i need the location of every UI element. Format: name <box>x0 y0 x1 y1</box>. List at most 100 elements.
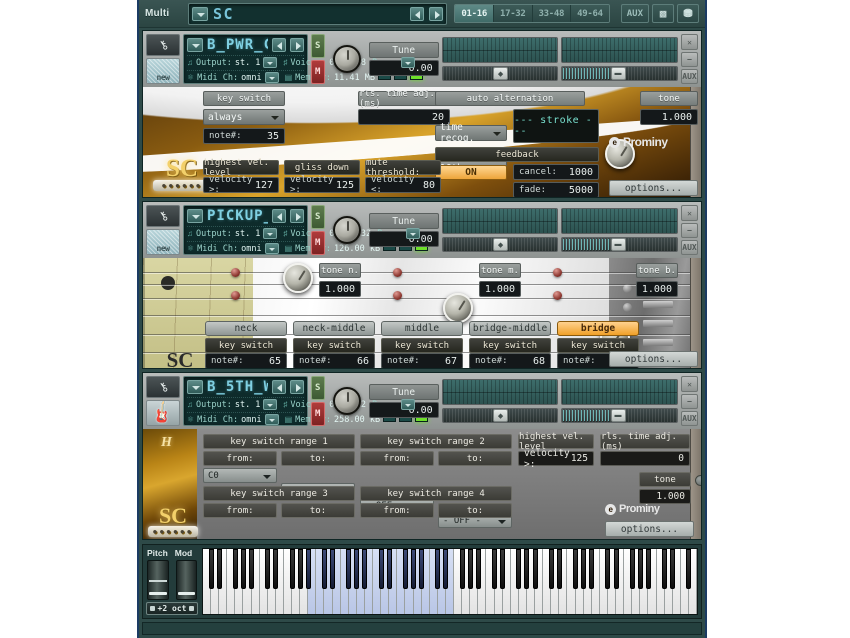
snapshot-icon[interactable]: ▩ <box>652 4 674 23</box>
black-key[interactable] <box>614 549 619 589</box>
black-key[interactable] <box>403 549 408 589</box>
black-key[interactable] <box>362 549 367 589</box>
close-icon[interactable]: ✕ <box>681 205 698 220</box>
black-key[interactable] <box>354 549 359 589</box>
slot-1-thumbnail[interactable]: new <box>146 58 180 84</box>
options-button[interactable]: options... <box>605 521 694 537</box>
aux-mini-button[interactable]: AUX <box>681 69 698 84</box>
black-key[interactable] <box>273 549 278 589</box>
key-switch-note-field[interactable]: note#: 35 <box>203 128 285 144</box>
chevron-down-icon[interactable] <box>187 38 203 52</box>
mod-wheel[interactable] <box>176 560 198 599</box>
black-key[interactable] <box>605 549 610 589</box>
rls-time-value[interactable]: 20 <box>358 109 450 125</box>
black-key[interactable] <box>516 549 521 589</box>
pickup-button-bridge[interactable]: bridge <box>557 321 639 336</box>
black-key[interactable] <box>492 549 497 589</box>
solo-button[interactable]: S <box>311 205 325 229</box>
black-key[interactable] <box>638 549 643 589</box>
note-field-3[interactable]: note#: 67 <box>381 353 463 368</box>
tone-value[interactable]: 1.000 <box>639 489 691 504</box>
multi-name-field[interactable]: SC <box>188 3 447 25</box>
tone-middle-value[interactable]: 1.000 <box>479 281 521 297</box>
purge-dropdown[interactable] <box>401 399 415 410</box>
black-key[interactable] <box>298 549 303 589</box>
black-key[interactable] <box>290 549 295 589</box>
rls-time-value[interactable]: 0 <box>600 451 690 466</box>
black-key[interactable] <box>322 549 327 589</box>
tone-value[interactable]: 1.000 <box>640 109 698 125</box>
aux-button[interactable]: AUX <box>621 4 649 23</box>
output-dropdown[interactable] <box>263 399 277 410</box>
black-key[interactable] <box>249 549 254 589</box>
tune-value[interactable]: 0.00 <box>369 231 439 247</box>
black-key[interactable] <box>524 549 529 589</box>
minimize-icon[interactable]: − <box>681 394 698 409</box>
black-key[interactable] <box>468 549 473 589</box>
volume-knob[interactable] <box>333 387 361 415</box>
left-arrow-icon[interactable] <box>272 380 286 394</box>
wrench-icon[interactable]: ⚷ <box>146 205 180 227</box>
pickup-button-middle[interactable]: middle <box>381 321 463 336</box>
ks-range-1-from-dropdown[interactable]: C0 <box>203 468 277 483</box>
tab-49-64[interactable]: 49-64 <box>571 5 609 22</box>
pickup-button-neck[interactable]: neck <box>205 321 287 336</box>
black-key[interactable] <box>387 549 392 589</box>
black-key[interactable] <box>217 549 222 589</box>
right-arrow-icon[interactable] <box>290 38 304 52</box>
mute-button[interactable]: M <box>311 402 325 426</box>
highest-vel-field[interactable]: velocity >: 125 <box>518 451 594 466</box>
tab-17-32[interactable]: 17-32 <box>494 5 533 22</box>
pitch-wheel[interactable] <box>147 560 169 599</box>
black-key[interactable] <box>686 549 691 589</box>
octave-down-icon[interactable] <box>150 606 155 611</box>
feedback-fade-field[interactable]: fade: 5000 <box>513 182 599 197</box>
black-key[interactable] <box>662 549 667 589</box>
black-key[interactable] <box>670 549 675 589</box>
black-key[interactable] <box>476 549 481 589</box>
chevron-down-icon[interactable] <box>192 7 208 21</box>
pan-slider[interactable]: ◆ <box>442 237 559 252</box>
midi-dropdown[interactable] <box>265 414 279 425</box>
black-key[interactable] <box>557 549 562 589</box>
volume-slider[interactable]: ▬ <box>561 237 678 252</box>
black-key[interactable] <box>411 549 416 589</box>
black-key[interactable] <box>435 549 440 589</box>
tone-bridge-value[interactable]: 1.000 <box>636 281 678 297</box>
tone-neck-value[interactable]: 1.000 <box>319 281 361 297</box>
save-icon[interactable]: ⛃ <box>677 4 699 23</box>
tab-33-48[interactable]: 33-48 <box>533 5 572 22</box>
solo-button[interactable]: S <box>311 34 325 58</box>
output-dropdown[interactable] <box>263 57 277 68</box>
wrench-icon[interactable]: ⚷ <box>146 34 180 56</box>
feedback-on-button[interactable]: ON <box>435 165 507 180</box>
black-key[interactable] <box>460 549 465 589</box>
note-field-2[interactable]: note#: 66 <box>293 353 375 368</box>
key-switch-mode-dropdown[interactable]: always <box>203 109 285 125</box>
black-key[interactable] <box>549 549 554 589</box>
highest-vel-field[interactable]: velocity >: 127 <box>203 177 279 193</box>
volume-knob[interactable] <box>333 45 361 73</box>
right-arrow-icon[interactable] <box>429 7 443 21</box>
volume-knob[interactable] <box>333 216 361 244</box>
note-field-4[interactable]: note#: 68 <box>469 353 551 368</box>
pan-slider[interactable]: ◆ <box>442 408 559 423</box>
midi-dropdown[interactable] <box>265 72 279 83</box>
tab-01-16[interactable]: 01-16 <box>455 5 494 22</box>
black-key[interactable] <box>443 549 448 589</box>
auto-alternation-mode-dropdown[interactable]: time recog. <box>435 125 507 141</box>
midi-dropdown[interactable] <box>265 243 279 254</box>
minimize-icon[interactable]: − <box>681 52 698 67</box>
feedback-cancel-field[interactable]: cancel: 1000 <box>513 164 599 180</box>
right-arrow-icon[interactable] <box>290 209 304 223</box>
octave-up-icon[interactable] <box>189 606 194 611</box>
slot-2-thumbnail[interactable]: new <box>146 229 180 255</box>
mute-button[interactable]: M <box>311 60 325 84</box>
black-key[interactable] <box>589 549 594 589</box>
options-button[interactable]: options... <box>609 180 698 196</box>
note-field-1[interactable]: note#: 65 <box>205 353 287 368</box>
black-key[interactable] <box>573 549 578 589</box>
left-arrow-icon[interactable] <box>272 38 286 52</box>
black-key[interactable] <box>379 549 384 589</box>
slot-3-thumbnail[interactable]: 🎸 <box>146 400 180 426</box>
